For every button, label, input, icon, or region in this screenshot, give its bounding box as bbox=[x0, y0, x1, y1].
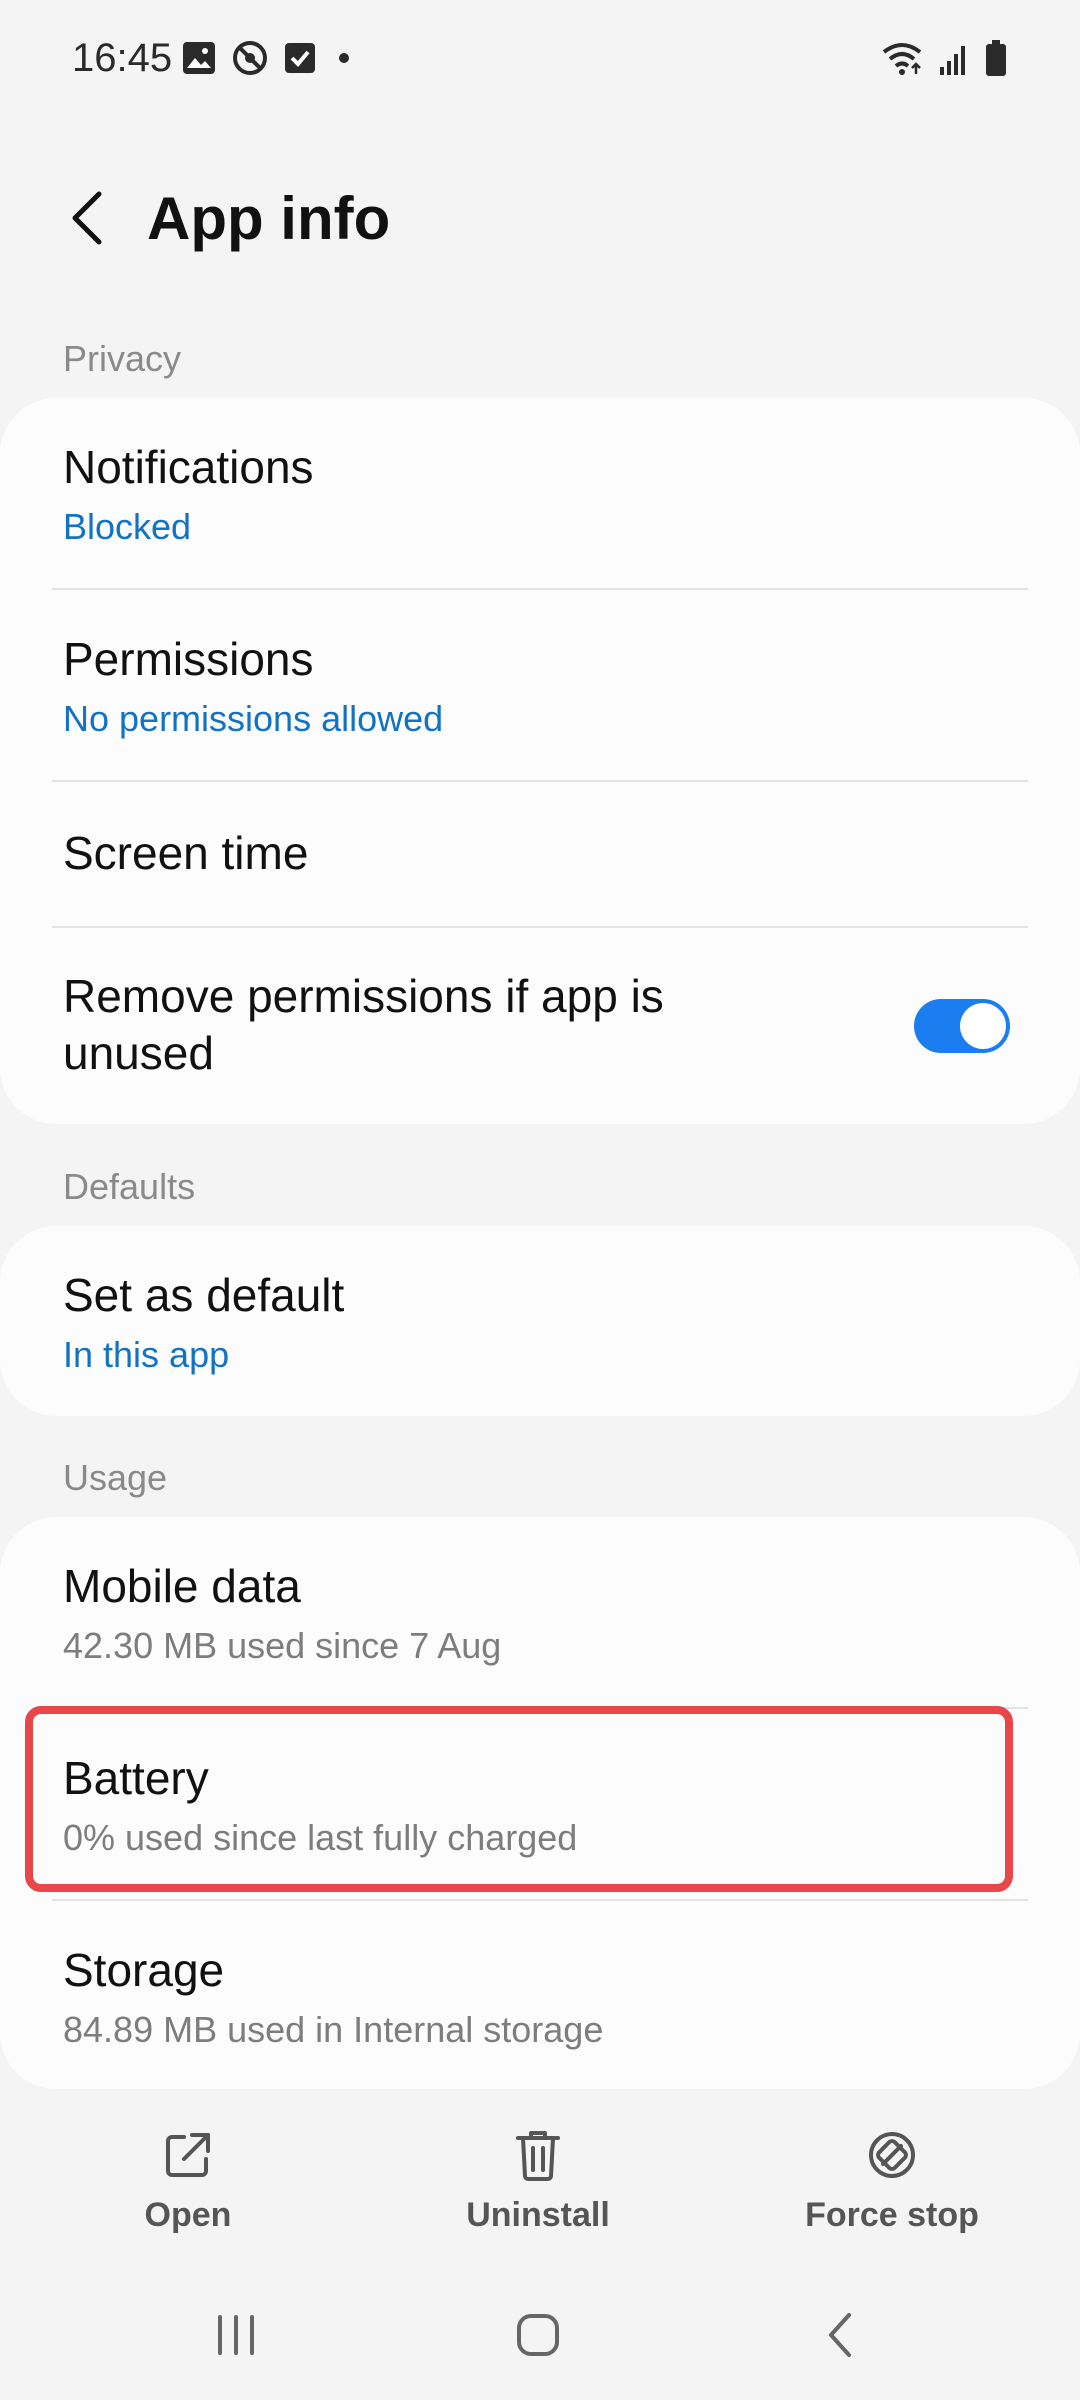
nav-back-button[interactable] bbox=[780, 2300, 900, 2370]
set-as-default-status: In this app bbox=[63, 1334, 230, 1375]
force-stop-label: Force stop bbox=[805, 2196, 979, 2234]
permissions-title: Permissions bbox=[63, 633, 314, 685]
mobile-data-row[interactable]: Mobile data 42.30 MB used since 7 Aug bbox=[0, 1517, 1080, 1707]
remove-permissions-title: Remove permissions if app is unused bbox=[63, 968, 664, 1082]
open-button[interactable]: Open bbox=[58, 2120, 318, 2250]
storage-row[interactable]: Storage 84.89 MB used in Internal storag… bbox=[0, 1901, 1080, 2089]
status-system-icons bbox=[880, 39, 1008, 82]
uninstall-label: Uninstall bbox=[466, 2196, 610, 2234]
recents-button[interactable] bbox=[176, 2300, 296, 2370]
status-time: 16:45 bbox=[72, 36, 173, 80]
uninstall-button[interactable]: Uninstall bbox=[408, 2120, 668, 2250]
mobile-data-status: 42.30 MB used since 7 Aug bbox=[63, 1625, 502, 1666]
home-button[interactable] bbox=[478, 2300, 598, 2370]
toggle-knob bbox=[960, 1003, 1006, 1049]
back-arrow-icon bbox=[72, 191, 102, 245]
recents-icon bbox=[218, 2315, 254, 2355]
remove-permissions-title-line1: Remove permissions if app is bbox=[63, 970, 664, 1022]
force-stop-icon bbox=[866, 2120, 918, 2190]
storage-status: 84.89 MB used in Internal storage bbox=[63, 2009, 604, 2050]
gallery-icon bbox=[182, 41, 216, 80]
battery-icon bbox=[984, 39, 1008, 82]
home-icon bbox=[517, 2314, 559, 2356]
storage-title: Storage bbox=[63, 1944, 225, 1996]
defaults-card: Set as default In this app bbox=[0, 1226, 1080, 1416]
notifications-row[interactable]: Notifications Blocked bbox=[0, 398, 1080, 588]
dot-icon bbox=[332, 46, 356, 75]
permissions-row[interactable]: Permissions No permissions allowed bbox=[0, 590, 1080, 780]
section-label-privacy: Privacy bbox=[63, 338, 182, 379]
back-button[interactable] bbox=[52, 178, 122, 258]
section-label-usage: Usage bbox=[63, 1457, 168, 1498]
bottom-action-bar: Open Uninstall Force stop bbox=[0, 2120, 1080, 2250]
open-label: Open bbox=[144, 2196, 232, 2234]
battery-highlight-box bbox=[25, 1706, 1013, 1892]
section-label-defaults: Defaults bbox=[63, 1166, 196, 1207]
checkbox-icon bbox=[284, 42, 316, 79]
mobile-data-title: Mobile data bbox=[63, 1560, 301, 1612]
notifications-title: Notifications bbox=[63, 441, 314, 493]
screen-time-title: Screen time bbox=[63, 827, 309, 879]
nav-back-icon bbox=[829, 2313, 851, 2357]
force-stop-button[interactable]: Force stop bbox=[762, 2120, 1022, 2250]
privacy-card: Notifications Blocked Permissions No per… bbox=[0, 398, 1080, 1124]
open-external-icon bbox=[162, 2120, 214, 2190]
remove-permissions-title-line2: unused bbox=[63, 1027, 214, 1079]
notifications-status: Blocked bbox=[63, 506, 192, 547]
header: App info bbox=[0, 170, 1080, 270]
no-tracking-icon bbox=[232, 40, 268, 81]
trash-icon bbox=[514, 2120, 562, 2190]
wifi-icon bbox=[880, 40, 924, 81]
status-notification-icons bbox=[182, 40, 356, 81]
remove-permissions-row[interactable]: Remove permissions if app is unused bbox=[0, 928, 1080, 1124]
permissions-status: No permissions allowed bbox=[63, 698, 444, 739]
page-title: App info bbox=[147, 185, 391, 252]
set-as-default-title: Set as default bbox=[63, 1269, 345, 1321]
signal-icon bbox=[938, 41, 970, 80]
remove-permissions-toggle[interactable] bbox=[914, 999, 1010, 1053]
system-nav-bar bbox=[0, 2290, 1080, 2380]
set-as-default-row[interactable]: Set as default In this app bbox=[0, 1226, 1080, 1416]
status-bar: 16:45 bbox=[0, 0, 1080, 120]
screen-time-row[interactable]: Screen time bbox=[0, 782, 1080, 926]
